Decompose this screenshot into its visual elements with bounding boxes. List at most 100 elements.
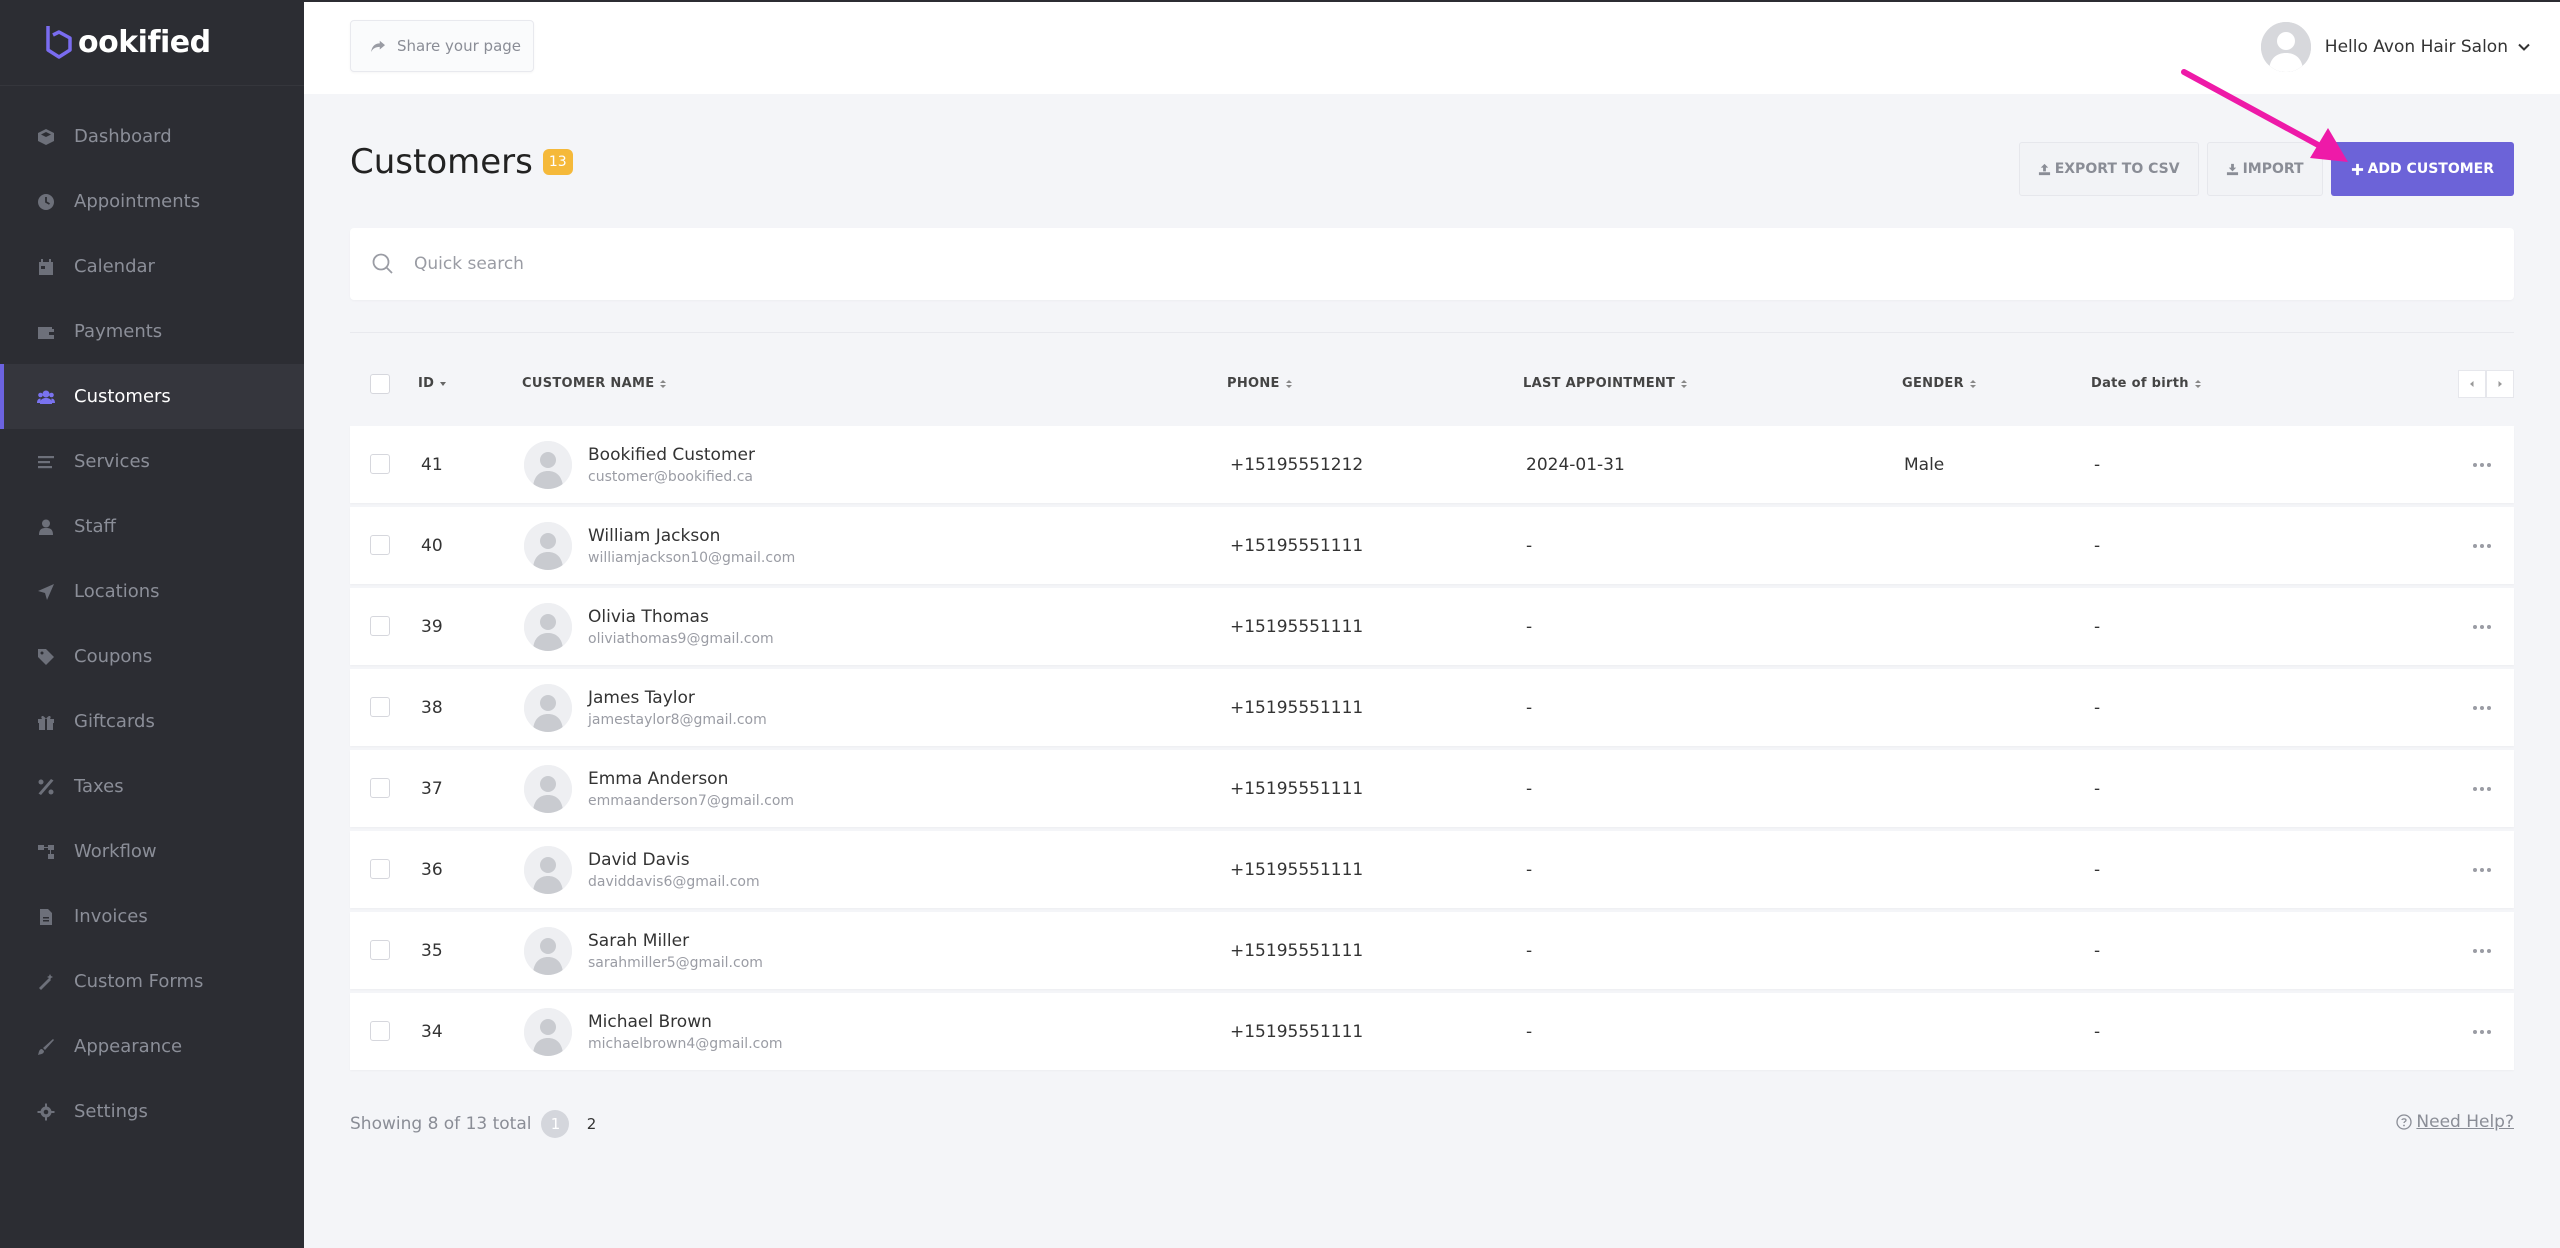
customer-cell[interactable]: James Taylor jamestaylor8@gmail.com: [524, 669, 767, 746]
customer-avatar: [524, 845, 572, 894]
customer-cell[interactable]: Bookified Customer customer@bookified.ca: [524, 426, 755, 503]
customer-info: James Taylor jamestaylor8@gmail.com: [588, 688, 767, 728]
row-actions-button[interactable]: [2472, 750, 2492, 827]
customer-cell[interactable]: William Jackson williamjackson10@gmail.co…: [524, 507, 795, 584]
gift-icon: [36, 712, 56, 732]
import-button[interactable]: IMPORT: [2206, 142, 2323, 196]
sidebar-item-coupons[interactable]: Coupons: [0, 624, 304, 689]
row-actions-button[interactable]: [2472, 426, 2492, 503]
column-header-customer-name[interactable]: CUSTOMER NAME: [522, 376, 667, 391]
row-actions-button[interactable]: [2472, 669, 2492, 746]
table-row[interactable]: 39 Olivia Thomas oliviathomas9@gmail.com +1…: [350, 588, 2514, 665]
scroll-left-button[interactable]: [2458, 370, 2486, 398]
import-label: IMPORT: [2242, 161, 2304, 177]
table-row[interactable]: 38 James Taylor jamestaylor8@gmail.com +151…: [350, 669, 2514, 746]
row-checkbox[interactable]: [370, 1021, 390, 1041]
row-actions-button[interactable]: [2472, 993, 2492, 1070]
sort-desc-icon: [440, 381, 447, 386]
chevron-down-icon: [2518, 38, 2530, 57]
sidebar-item-appearance[interactable]: Appearance: [0, 1014, 304, 1079]
sidebar-item-workflow[interactable]: Workflow: [0, 819, 304, 884]
more-horizontal-icon: [2473, 1029, 2491, 1034]
row-checkbox[interactable]: [370, 778, 390, 798]
customer-cell[interactable]: Emma Anderson emmaanderson7@gmail.com: [524, 750, 794, 827]
page-button-2[interactable]: 2: [577, 1110, 605, 1138]
chevron-right-icon: [2498, 381, 2502, 387]
sidebar-item-customers[interactable]: Customers: [0, 364, 304, 429]
row-checkbox[interactable]: [370, 940, 390, 960]
sidebar-item-services[interactable]: Services: [0, 429, 304, 494]
customer-avatar: [524, 683, 572, 732]
sidebar-item-dashboard[interactable]: Dashboard: [0, 104, 304, 169]
customer-avatar-icon: [524, 521, 572, 570]
share-icon: [371, 40, 385, 53]
add-customer-button[interactable]: ADD CUSTOMER: [2330, 142, 2514, 196]
customer-cell[interactable]: Sarah Miller sarahmiller5@gmail.com: [524, 912, 763, 989]
sidebar-item-locations[interactable]: Locations: [0, 559, 304, 624]
row-checkbox[interactable]: [370, 859, 390, 879]
tag-icon: [36, 647, 56, 667]
more-horizontal-icon: [2473, 786, 2491, 791]
customer-phone: +15195551111: [1230, 859, 1364, 880]
sidebar-item-staff[interactable]: Staff: [0, 494, 304, 559]
table-row[interactable]: 37 Emma Anderson emmaanderson7@gmail.com +1…: [350, 750, 2514, 827]
row-checkbox[interactable]: [370, 697, 390, 717]
need-help-link[interactable]: Need Help?: [2396, 1112, 2514, 1132]
row-actions-button[interactable]: [2472, 588, 2492, 665]
quick-search-input[interactable]: [414, 254, 2314, 274]
customer-last-appointment: -: [1526, 859, 1533, 880]
column-header-gender[interactable]: GENDER: [1902, 376, 1977, 391]
customer-last-appointment: -: [1526, 940, 1533, 961]
row-actions-button[interactable]: [2472, 507, 2492, 584]
sidebar: ookified Dashboard Appointments Calendar Pa…: [0, 0, 304, 1248]
row-checkbox[interactable]: [370, 535, 390, 555]
select-all-checkbox[interactable]: [370, 374, 390, 394]
percent-icon: [36, 777, 56, 797]
customer-cell[interactable]: David Davis daviddavis6@gmail.com: [524, 831, 760, 908]
customer-email: michaelbrown4@gmail.com: [588, 1035, 783, 1052]
question-circle-icon: [2396, 1114, 2413, 1130]
table-row[interactable]: 36 David Davis daviddavis6@gmail.com +15195…: [350, 831, 2514, 908]
customer-table-body: 41 Bookified Customer customer@bookified.c…: [350, 426, 2514, 1074]
customer-cell[interactable]: Olivia Thomas oliviathomas9@gmail.com: [524, 588, 774, 665]
brand-logo[interactable]: ookified: [0, 0, 304, 86]
customer-email: oliviathomas9@gmail.com: [588, 630, 774, 647]
table-row[interactable]: 34 Michael Brown michaelbrown4@gmail.com +1…: [350, 993, 2514, 1070]
user-menu[interactable]: Hello Avon Hair Salon: [2260, 22, 2530, 72]
scroll-right-button[interactable]: [2486, 370, 2514, 398]
sidebar-item-calendar[interactable]: Calendar: [0, 234, 304, 299]
magic-icon: [36, 972, 56, 992]
sidebar-item-giftcards[interactable]: Giftcards: [0, 689, 304, 754]
customer-cell[interactable]: Michael Brown michaelbrown4@gmail.com: [524, 993, 783, 1070]
column-header-id[interactable]: ID: [418, 376, 447, 391]
row-actions-button[interactable]: [2472, 831, 2492, 908]
row-actions-button[interactable]: [2472, 912, 2492, 989]
customer-id: 40: [421, 535, 443, 556]
sidebar-item-invoices[interactable]: Invoices: [0, 884, 304, 949]
column-header-date-of-birth[interactable]: Date of birth: [2091, 376, 2202, 391]
share-page-button[interactable]: Share your page: [350, 20, 534, 72]
row-checkbox[interactable]: [370, 616, 390, 636]
table-row[interactable]: 40 William Jackson williamjackson10@gmail.…: [350, 507, 2514, 584]
sidebar-item-settings[interactable]: Settings: [0, 1079, 304, 1144]
sidebar-item-label: Custom Forms: [74, 971, 204, 992]
chevron-left-icon: [2470, 381, 2474, 387]
export-csv-button[interactable]: EXPORT TO CSV: [2018, 142, 2199, 196]
column-header-phone[interactable]: PHONE: [1227, 376, 1293, 391]
sidebar-item-label: Appointments: [74, 191, 201, 212]
customer-info: Emma Anderson emmaanderson7@gmail.com: [588, 769, 794, 809]
sidebar-item-taxes[interactable]: Taxes: [0, 754, 304, 819]
column-header-last-appointment[interactable]: LAST APPOINTMENT: [1523, 376, 1688, 391]
sidebar-item-payments[interactable]: Payments: [0, 299, 304, 364]
sidebar-item-appointments[interactable]: Appointments: [0, 169, 304, 234]
table-row[interactable]: 35 Sarah Miller sarahmiller5@gmail.com +151…: [350, 912, 2514, 989]
row-checkbox[interactable]: [370, 454, 390, 474]
sidebar-item-label: Appearance: [74, 1036, 183, 1057]
customer-info: Michael Brown michaelbrown4@gmail.com: [588, 1012, 783, 1052]
table-row[interactable]: 41 Bookified Customer customer@bookified.c…: [350, 426, 2514, 503]
customer-avatar-icon: [524, 926, 572, 975]
customer-avatar-icon: [524, 683, 572, 732]
page-button-1[interactable]: 1: [541, 1110, 570, 1138]
sidebar-item-custom-forms[interactable]: Custom Forms: [0, 949, 304, 1014]
add-customer-label: ADD CUSTOMER: [2367, 161, 2494, 177]
